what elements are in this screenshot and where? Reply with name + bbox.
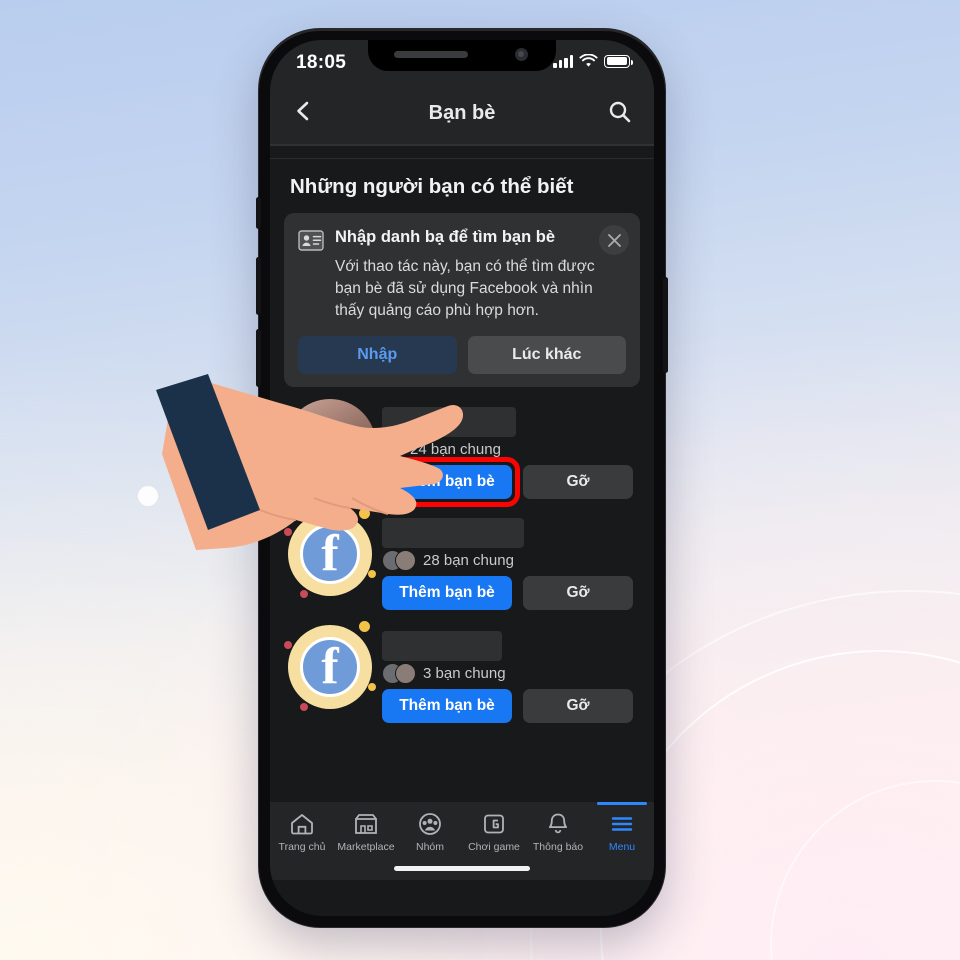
add-friend-button[interactable]: Thêm bạn bè: [382, 689, 512, 723]
facebook-logo-icon: f: [300, 637, 360, 697]
decor-dot: [300, 703, 308, 711]
store-icon: [355, 814, 377, 834]
card-body-text: Với thao tác này, bạn có thể tìm được bạ…: [335, 258, 595, 319]
row-actions: Thêm bạn bè Gỡ: [382, 689, 640, 723]
card-title: Nhập danh bạ để tìm bạn bè: [335, 228, 556, 246]
close-button[interactable]: [599, 225, 629, 255]
search-icon[interactable]: [608, 100, 632, 124]
nav-label: Menu: [608, 841, 636, 853]
wifi-icon: [579, 54, 598, 67]
mutual-friends: 3 bạn chung: [382, 663, 506, 684]
home-indicator: [394, 866, 530, 871]
front-camera-icon: [515, 48, 528, 61]
cellular-bars-icon: [553, 55, 573, 68]
status-time: 18:05: [296, 52, 347, 73]
section-title: Những người bạn có thể biết: [290, 175, 574, 198]
later-button[interactable]: Lúc khác: [467, 336, 626, 374]
hamburger-menu-icon: [611, 817, 633, 831]
bell-icon: [548, 813, 568, 834]
decor-dot: [284, 641, 292, 649]
card-header: Nhập danh bạ để tìm bạn bè: [298, 227, 626, 251]
import-contacts-card: Nhập danh bạ để tìm bạn bè Với thao tác …: [284, 213, 640, 387]
avatar[interactable]: f: [284, 621, 376, 713]
decor-dot: [368, 683, 376, 691]
nav-item-menu[interactable]: Menu: [590, 802, 654, 853]
redacted-name: [382, 631, 502, 661]
gaming-icon: [484, 814, 504, 834]
nav-item-marketplace[interactable]: Marketplace: [334, 812, 398, 853]
pointing-hand-illustration: [138, 374, 464, 550]
remove-suggestion-button[interactable]: Gỡ: [523, 465, 633, 499]
groups-icon: [419, 813, 441, 835]
nav-label: Nhóm: [415, 841, 444, 853]
nav-label: Marketplace: [337, 841, 395, 853]
mute-switch[interactable]: [256, 197, 261, 229]
nav-label: Chơi game: [468, 841, 520, 853]
app-header: Bạn bè: [270, 86, 654, 144]
nav-item-home[interactable]: Trang chủ: [270, 812, 334, 853]
power-button[interactable]: [663, 277, 668, 373]
home-icon: [291, 814, 313, 835]
contact-card-icon: [298, 230, 324, 251]
decor-dot: [300, 590, 308, 598]
active-tab-indicator: [597, 802, 647, 805]
close-icon: [607, 233, 621, 247]
cuff-button: [138, 486, 158, 506]
remove-suggestion-button[interactable]: Gỡ: [523, 689, 633, 723]
earpiece-speaker: [394, 51, 468, 58]
mutual-count-label: 3 bạn chung: [423, 665, 506, 682]
status-icons: [553, 54, 633, 68]
nav-item-groups[interactable]: Nhóm: [398, 812, 462, 853]
notch: [368, 40, 556, 71]
nav-label: Trang chủ: [278, 841, 326, 853]
decor-dot: [359, 621, 370, 632]
mutual-avatars: [382, 663, 416, 684]
remove-suggestion-button[interactable]: Gỡ: [523, 576, 633, 610]
nav-label: Thông báo: [532, 841, 584, 853]
nav-item-gaming[interactable]: Chơi game: [462, 812, 526, 853]
battery-full-icon: [604, 54, 633, 68]
volume-up-button[interactable]: [256, 257, 261, 315]
page-title: Bạn bè: [428, 102, 496, 124]
list-item[interactable]: f 3 bạn chung Thêm bạn bè Gỡ: [270, 619, 654, 723]
nav-item-notifications[interactable]: Thông báo: [526, 812, 590, 853]
header-divider: [270, 144, 654, 146]
